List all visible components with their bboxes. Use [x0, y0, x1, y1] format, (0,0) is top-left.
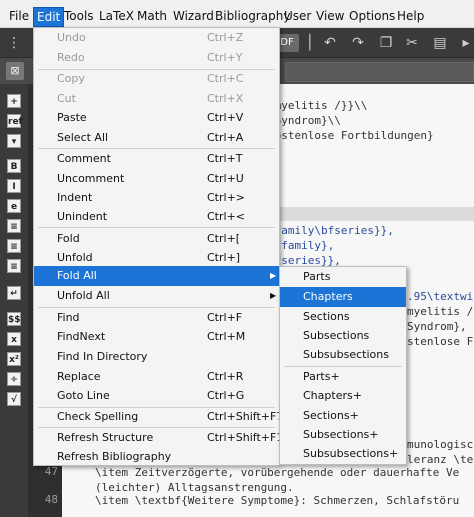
- subscript-icon[interactable]: x: [7, 332, 21, 346]
- italic-icon[interactable]: I: [7, 179, 21, 193]
- code-line: \item Zeitverzögerte, vorübergehende ode…: [95, 466, 460, 479]
- code-line: \item \textbf{Weitere Symptome}: Schmerz…: [95, 494, 460, 507]
- structure-view-icon[interactable]: ⊠: [6, 62, 24, 80]
- submenu-item-subsubsections[interactable]: Subsubsections: [280, 345, 406, 365]
- menu-tools[interactable]: Tools: [64, 7, 94, 25]
- newline-icon[interactable]: ↵: [7, 286, 21, 300]
- menu-math[interactable]: Math: [137, 7, 167, 25]
- tab-strip[interactable]: [285, 62, 474, 82]
- left-sidebar: + ref ▾ B I e ≡ ≡ ≡ ↵ $$ x x² ÷ √: [0, 84, 28, 517]
- menu-options[interactable]: Options: [349, 7, 395, 25]
- menu-item-cut[interactable]: Cut Ctrl+X: [34, 89, 279, 109]
- menu-item-refresh-bibliography[interactable]: Refresh Bibliography: [34, 447, 279, 467]
- bookmark-icon[interactable]: ▾: [7, 134, 21, 148]
- menu-separator: [38, 227, 275, 228]
- math-dollar-icon[interactable]: $$: [7, 312, 21, 326]
- menu-item-findnext[interactable]: FindNext Ctrl+M: [34, 327, 279, 347]
- menu-item-unfold[interactable]: Unfold Ctrl+]: [34, 248, 279, 268]
- submenu-item-subsections-plus[interactable]: Subsections+: [280, 425, 406, 445]
- toolbar-separator-icon: │: [305, 35, 315, 51]
- fold-all-submenu: Parts Chapters Sections Subsections Subs…: [279, 266, 407, 465]
- structure-icon[interactable]: +: [7, 94, 21, 108]
- edit-menu: Undo Ctrl+Z Redo Ctrl+Y Copy Ctrl+C Cut Ctrl…: [33, 27, 283, 467]
- sqrt-icon[interactable]: √: [7, 392, 21, 406]
- menu-item-fold[interactable]: Fold Ctrl+[: [34, 229, 279, 249]
- menu-item-copy[interactable]: Copy Ctrl+C: [34, 69, 279, 89]
- menu-help[interactable]: Help: [397, 7, 424, 25]
- menu-item-select-all[interactable]: Select All Ctrl+A: [34, 128, 279, 148]
- menu-edit[interactable]: Edit: [33, 7, 65, 27]
- fraction-icon[interactable]: ÷: [7, 372, 21, 386]
- menu-item-comment[interactable]: Comment Ctrl+T: [34, 149, 279, 169]
- submenu-item-chapters[interactable]: Chapters: [280, 287, 406, 307]
- toolbar-grip-icon: ⋮: [7, 35, 21, 51]
- submenu-item-subsubsections-plus[interactable]: Subsubsections+: [280, 444, 406, 464]
- menu-item-refresh-structure[interactable]: Refresh Structure Ctrl+Shift+F1: [34, 428, 283, 448]
- menu-latex[interactable]: LaTeX: [99, 7, 134, 25]
- code-line: (leichter) Alltagsanstrengung.: [95, 481, 294, 494]
- bold-icon[interactable]: B: [7, 159, 21, 173]
- align-right-icon[interactable]: ≡: [7, 259, 21, 273]
- menu-item-replace[interactable]: Replace Ctrl+R: [34, 367, 279, 387]
- submenu-arrow-icon: ▶: [270, 291, 277, 300]
- menu-item-unfold-all[interactable]: Unfold All ▶: [34, 286, 279, 306]
- emph-icon[interactable]: e: [7, 199, 21, 213]
- menu-item-check-spelling[interactable]: Check Spelling Ctrl+Shift+F7: [34, 407, 283, 427]
- submenu-item-parts[interactable]: Parts: [280, 267, 406, 287]
- menu-bibliography[interactable]: Bibliography: [215, 7, 290, 25]
- code-line: stenlose F: [407, 335, 474, 348]
- menu-user[interactable]: User: [284, 7, 311, 25]
- menu-item-redo[interactable]: Redo Ctrl+Y: [34, 48, 279, 68]
- menu-bar: File Edit Tools LaTeX Math Wizard Biblio…: [0, 0, 474, 28]
- menu-file[interactable]: File: [9, 7, 29, 25]
- align-center-icon[interactable]: ≡: [7, 239, 21, 253]
- menu-item-goto-line[interactable]: Goto Line Ctrl+G: [34, 386, 279, 406]
- submenu-item-sections[interactable]: Sections: [280, 307, 406, 327]
- submenu-item-chapters-plus[interactable]: Chapters+: [280, 386, 406, 406]
- superscript-icon[interactable]: x²: [7, 352, 21, 366]
- code-line: leranz \te: [407, 453, 474, 466]
- menu-item-find[interactable]: Find Ctrl+F: [34, 308, 279, 328]
- menu-item-uncomment[interactable]: Uncomment Ctrl+U: [34, 169, 279, 189]
- submenu-item-parts-plus[interactable]: Parts+: [280, 367, 406, 387]
- menu-wizard[interactable]: Wizard: [173, 7, 214, 25]
- reference-icon[interactable]: ref: [7, 114, 22, 128]
- code-line: Syndrom},: [407, 320, 467, 333]
- menu-item-indent[interactable]: Indent Ctrl+>: [34, 188, 279, 208]
- submenu-item-sections-plus[interactable]: Sections+: [280, 406, 406, 426]
- code-line: rostenlose Fortbildungen}: [268, 129, 434, 142]
- code-line: .95\textwi: [407, 290, 474, 303]
- line-number: 48: [44, 493, 58, 506]
- menu-item-unindent[interactable]: Unindent Ctrl+<: [34, 207, 279, 227]
- menu-item-find-in-directory[interactable]: Find In Directory: [34, 347, 279, 367]
- align-left-icon[interactable]: ≡: [7, 219, 21, 233]
- undo-icon[interactable]: ↶: [322, 35, 338, 51]
- more-icon[interactable]: ▸: [458, 35, 474, 51]
- menu-item-paste[interactable]: Paste Ctrl+V: [34, 108, 279, 128]
- menu-item-undo[interactable]: Undo Ctrl+Z: [34, 28, 279, 48]
- code-line: munologisc: [407, 438, 474, 451]
- menu-item-fold-all[interactable]: Fold All ▶: [34, 266, 279, 286]
- code-line: omyelitis /}}\\: [268, 99, 368, 112]
- cut-icon[interactable]: ✂: [404, 35, 420, 51]
- menu-view[interactable]: View: [316, 7, 344, 25]
- code-line: myelitis /: [407, 305, 474, 318]
- code-line: ffamily\bfseries}},: [268, 224, 394, 237]
- paste-icon[interactable]: ▤: [432, 35, 448, 51]
- submenu-arrow-icon: ▶: [270, 271, 277, 280]
- copy-icon[interactable]: ❐: [378, 35, 394, 51]
- submenu-item-subsections[interactable]: Subsections: [280, 326, 406, 346]
- redo-icon[interactable]: ↷: [350, 35, 366, 51]
